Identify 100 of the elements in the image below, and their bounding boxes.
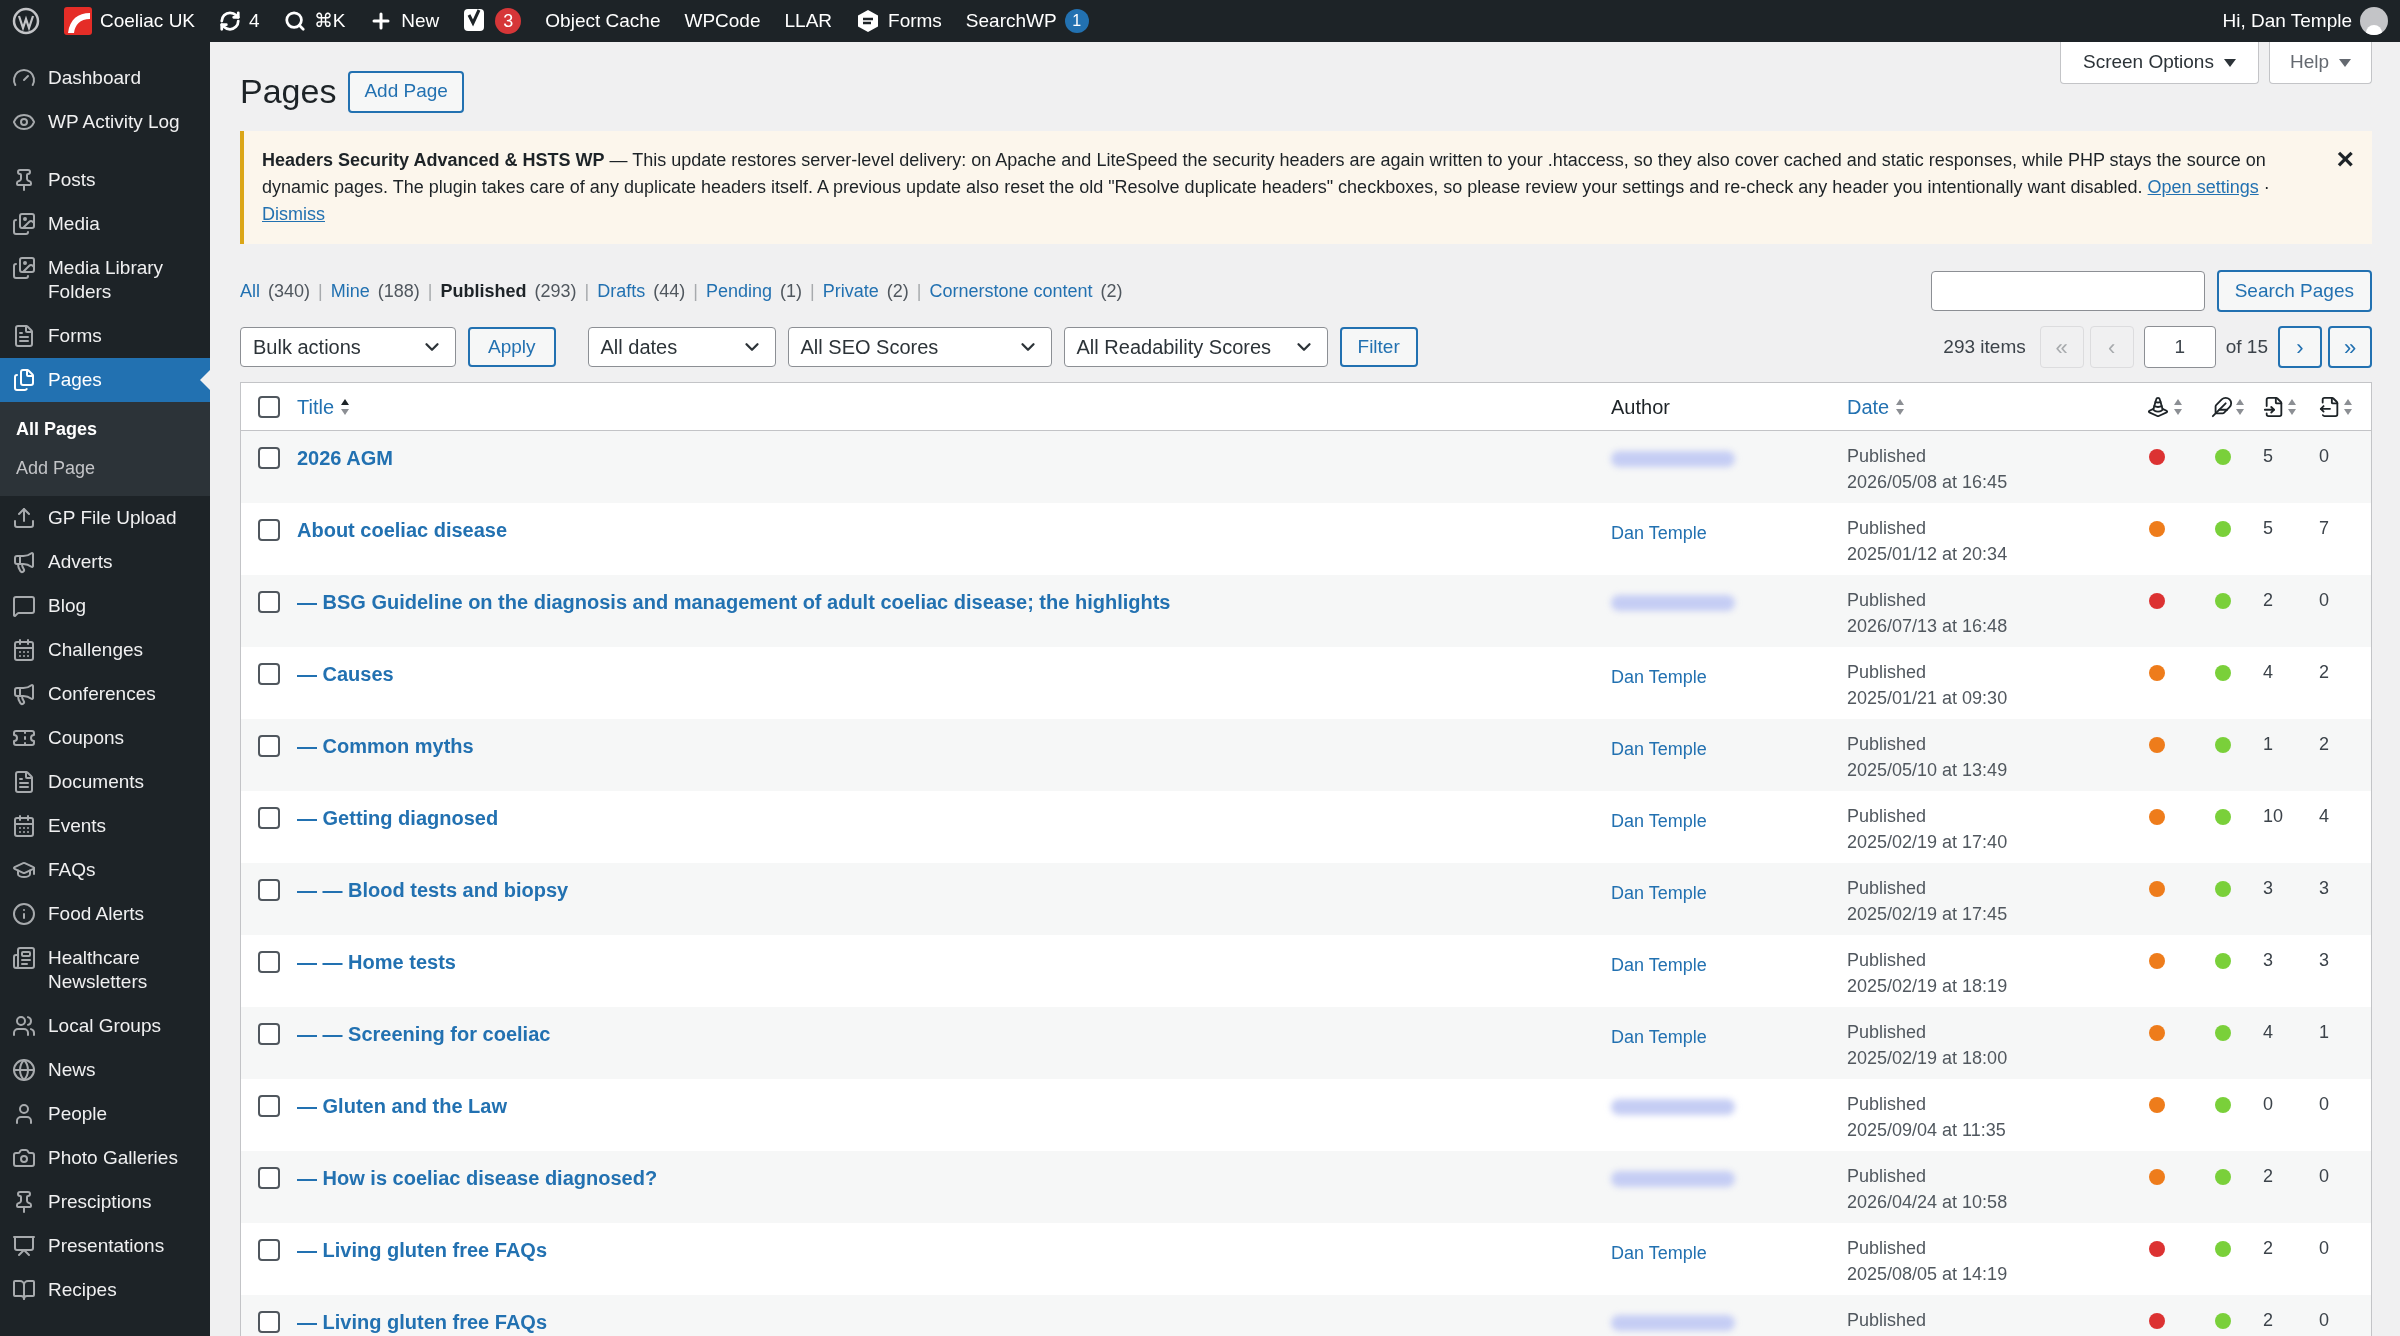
- sidebar-item[interactable]: Documents: [0, 760, 210, 804]
- sidebar-item[interactable]: Local Groups: [0, 1004, 210, 1048]
- view-filter-link[interactable]: Private: [822, 277, 879, 305]
- view-filter-link[interactable]: Pending: [705, 277, 772, 305]
- checkbox[interactable]: [258, 879, 280, 901]
- forms-link[interactable]: Forms: [888, 6, 942, 36]
- page-title-link[interactable]: — Living gluten free FAQs: [297, 1239, 548, 1261]
- sidebar-item[interactable]: Events: [0, 804, 210, 848]
- page-title-link[interactable]: — Common myths: [297, 735, 474, 757]
- dismiss-link[interactable]: Dismiss: [262, 204, 325, 224]
- sidebar-item[interactable]: Posts: [0, 158, 210, 202]
- page-title-link[interactable]: — — Home tests: [297, 951, 456, 973]
- sidebar-item[interactable]: Media Library Folders: [0, 246, 210, 314]
- dropdown[interactable]: Bulk actions: [240, 327, 456, 367]
- page-title-link[interactable]: — BSG Guideline on the diagnosis and management of adult coeliac disease; the highlights: [297, 591, 1171, 613]
- checkbox[interactable]: [258, 951, 280, 973]
- author-link[interactable]: Dan Temple: [1611, 955, 1707, 975]
- checkbox[interactable]: [258, 1095, 280, 1117]
- toolbar-link[interactable]: LLAR: [784, 6, 833, 36]
- sidebar-item[interactable]: News: [0, 1048, 210, 1092]
- sidebar-item[interactable]: GP File Upload: [0, 496, 210, 540]
- checkbox[interactable]: [258, 1167, 280, 1189]
- author-link[interactable]: Dan Temple: [1611, 667, 1707, 687]
- page-title-link[interactable]: — Getting diagnosed: [297, 807, 499, 829]
- next-page-button[interactable]: ›: [2278, 326, 2322, 368]
- author-link[interactable]: Dan Temple: [1611, 1027, 1707, 1047]
- page-title-link[interactable]: — — Blood tests and biopsy: [297, 879, 569, 901]
- submenu-item[interactable]: Add Page: [0, 449, 210, 488]
- dropdown[interactable]: All dates: [587, 327, 776, 367]
- page-title-link[interactable]: — Living gluten free FAQs: [297, 1311, 548, 1333]
- sidebar-item[interactable]: Dashboard: [0, 56, 210, 100]
- filter-button[interactable]: Filter: [1339, 327, 1418, 367]
- search-field[interactable]: [1930, 271, 2205, 311]
- page-title-link[interactable]: — Gluten and the Law: [297, 1095, 507, 1117]
- sort-icon[interactable]: [340, 397, 351, 416]
- sidebar-item[interactable]: WP Activity Log: [0, 100, 210, 144]
- page-title-link[interactable]: 2026 AGM: [297, 447, 393, 469]
- close-button[interactable]: ×: [2336, 147, 2354, 171]
- checkbox[interactable]: [258, 395, 280, 418]
- page-title-link[interactable]: About coeliac disease: [297, 519, 508, 541]
- column-header-link[interactable]: Date: [1847, 391, 1890, 422]
- sidebar-item[interactable]: Presciptions: [0, 1180, 210, 1224]
- page-title-link[interactable]: — How is coeliac disease diagnosed?: [297, 1167, 658, 1189]
- sidebar-item[interactable]: Media: [0, 202, 210, 246]
- sidebar-item[interactable]: Forms: [0, 314, 210, 358]
- checkbox[interactable]: [258, 1239, 280, 1261]
- view-filter-link[interactable]: Cornerstone content: [929, 277, 1093, 305]
- last-page-button[interactable]: »: [2328, 326, 2372, 368]
- checkbox[interactable]: [258, 1311, 280, 1333]
- checkbox[interactable]: [258, 735, 280, 757]
- column-header-link[interactable]: Title: [297, 391, 335, 422]
- search-pages-button[interactable]: Search Pages: [2216, 270, 2372, 312]
- search-icon[interactable]: [283, 10, 306, 32]
- site-name-link[interactable]: Coeliac UK: [100, 6, 196, 36]
- updates-icon[interactable]: [219, 10, 242, 32]
- author-link[interactable]: Dan Temple: [1611, 1243, 1707, 1263]
- open-settings-link[interactable]: Open settings: [2147, 177, 2259, 197]
- submenu-item[interactable]: All Pages: [0, 410, 210, 449]
- view-filter-link[interactable]: Published: [440, 277, 527, 305]
- author-link[interactable]: Dan Temple: [1611, 739, 1707, 759]
- view-filter-link[interactable]: Mine: [330, 277, 370, 305]
- sidebar-item[interactable]: People: [0, 1092, 210, 1136]
- forms-icon[interactable]: [856, 9, 881, 33]
- checkbox[interactable]: [258, 447, 280, 469]
- sidebar-item[interactable]: Food Alerts: [0, 892, 210, 936]
- sidebar-item[interactable]: Coupons: [0, 716, 210, 760]
- searchwp-link[interactable]: SearchWP: [965, 6, 1057, 36]
- add-page-button[interactable]: Add Page: [348, 70, 464, 113]
- sidebar-item[interactable]: Recipes: [0, 1268, 210, 1312]
- toolbar-link[interactable]: WPCode: [684, 6, 761, 36]
- dropdown[interactable]: All Readability Scores: [1063, 327, 1328, 367]
- checkbox[interactable]: [258, 807, 280, 829]
- dropdown[interactable]: All SEO Scores: [787, 327, 1052, 367]
- sidebar-item[interactable]: FAQs: [0, 848, 210, 892]
- page-title-link[interactable]: — Causes: [297, 663, 394, 685]
- author-link[interactable]: Dan Temple: [1611, 883, 1707, 903]
- sidebar-item[interactable]: Presentations: [0, 1224, 210, 1268]
- help-button[interactable]: Help: [2268, 42, 2372, 84]
- checkbox[interactable]: [258, 591, 280, 613]
- author-link[interactable]: Dan Temple: [1611, 811, 1707, 831]
- sidebar-item[interactable]: Healthcare Newsletters: [0, 936, 210, 1004]
- new-link[interactable]: New: [401, 6, 440, 36]
- checkbox[interactable]: [258, 663, 280, 685]
- screen-options-button[interactable]: Screen Options: [2059, 42, 2259, 84]
- checkbox[interactable]: [258, 519, 280, 541]
- view-filter-link[interactable]: Drafts: [597, 277, 646, 305]
- sidebar-item[interactable]: Challenges: [0, 628, 210, 672]
- author-link[interactable]: Dan Temple: [1611, 523, 1707, 543]
- wordpress-logo-icon[interactable]: [12, 7, 40, 35]
- page-title-link[interactable]: — — Screening for coeliac: [297, 1023, 551, 1045]
- checkbox[interactable]: [258, 1023, 280, 1045]
- sidebar-item[interactable]: Pages: [0, 358, 210, 402]
- sidebar-item[interactable]: Blog: [0, 584, 210, 628]
- page-number-field[interactable]: 1: [2143, 326, 2216, 368]
- toolbar-link[interactable]: Object Cache: [545, 6, 661, 36]
- sidebar-item[interactable]: Adverts: [0, 540, 210, 584]
- apply-button[interactable]: Apply: [468, 327, 556, 367]
- sidebar-item[interactable]: Conferences: [0, 672, 210, 716]
- avatar-icon[interactable]: [2360, 7, 2388, 35]
- view-filter-link[interactable]: All: [240, 277, 260, 305]
